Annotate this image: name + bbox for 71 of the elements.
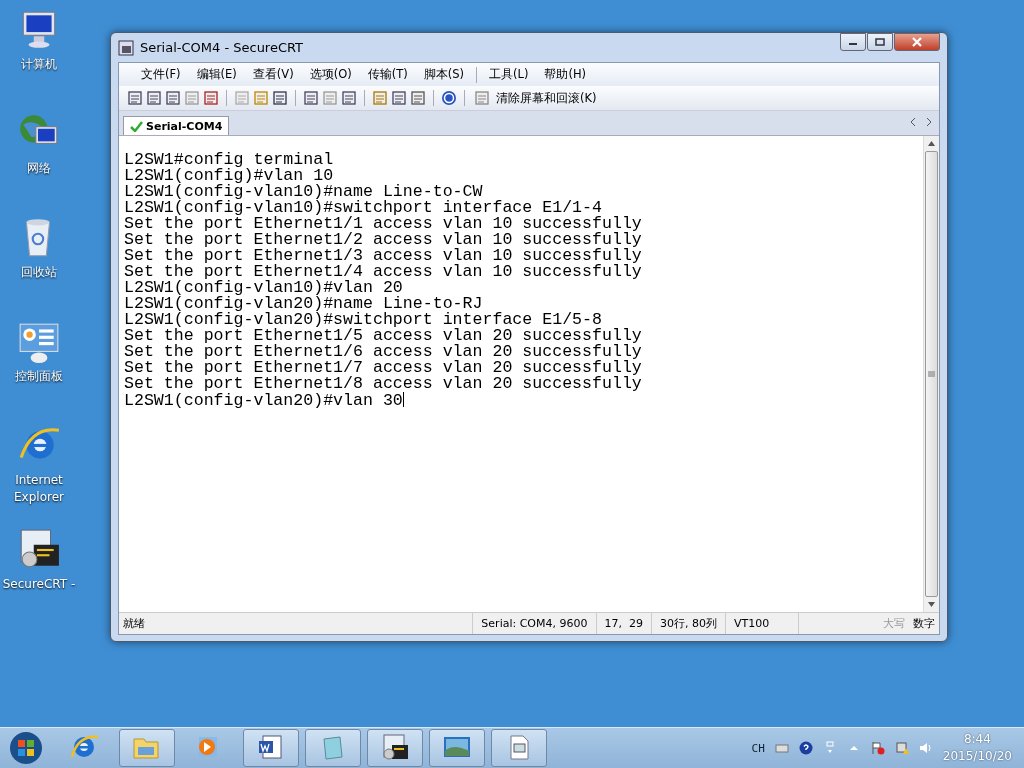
toolbar-icon[interactable]	[272, 90, 288, 106]
speaker-icon[interactable]	[918, 741, 933, 755]
key-indicator: 数字	[912, 616, 936, 631]
toolbar-icon[interactable]	[372, 90, 388, 106]
terminal-line: Set the port Ethernet1/4 access vlan 10 successfully	[124, 264, 643, 280]
session-tab[interactable]: Serial-COM4	[123, 116, 230, 135]
start-button[interactable]	[9, 731, 43, 765]
menu-item[interactable]: 传输(T)	[359, 65, 416, 84]
terminal-line: Set the port Ethernet1/6 access vlan 20 successfully	[124, 344, 643, 360]
terminal-line: L2SW1(config-vlan10)#switchport interface E1/1-4	[124, 200, 602, 216]
terminal-line: L2SW1#config terminal	[124, 152, 335, 168]
terminal-line: L2SW1(config-vlan20)#vlan 30	[124, 392, 405, 408]
menu-item[interactable]: 文件(F)	[133, 65, 189, 84]
minimize-button[interactable]	[840, 33, 866, 51]
terminal-line: Set the port Ethernet1/3 access vlan 10 successfully	[124, 248, 643, 264]
maximize-icon	[875, 38, 885, 46]
scroll-up-icon[interactable]	[927, 139, 936, 148]
menu-item[interactable]: 查看(V)	[244, 65, 302, 84]
terminal-line: L2SW1(config-vlan10)#name Line-to-CW	[124, 184, 483, 200]
terminal-app-icon	[380, 733, 410, 763]
scroll-left-icon[interactable]	[909, 117, 917, 127]
menu-item[interactable]: 脚本(S)	[415, 65, 472, 84]
cursor-position: 17, 29	[595, 613, 651, 634]
terminal-line: Set the port Ethernet1/7 access vlan 20 successfully	[124, 360, 643, 376]
emulation-type: VT100	[725, 613, 798, 634]
terminal-line: Set the port Ethernet1/1 access vlan 10 successfully	[124, 216, 643, 232]
menu-item[interactable]: 选项(O)	[301, 65, 360, 84]
close-button[interactable]	[894, 33, 940, 51]
terminal-line: Set the port Ethernet1/5 access vlan 20 successfully	[124, 328, 643, 344]
terminal-line: L2SW1(config-vlan20)#name Line-to-RJ	[124, 296, 483, 312]
terminal-line: L2SW1(config-vlan20)#switchport interface E1/5-8	[124, 312, 602, 328]
close-icon	[911, 37, 923, 47]
keyboard-icon[interactable]	[774, 741, 789, 755]
scrollbar-thumb[interactable]	[925, 151, 938, 597]
connection-info: Serial: COM4, 9600	[472, 613, 596, 634]
help-icon[interactable]	[441, 90, 457, 106]
terminal-size: 30行, 80列	[651, 613, 725, 634]
menu-item[interactable]: 编辑(E)	[188, 65, 245, 84]
terminal-line: Set the port Ethernet1/2 access vlan 10 successfully	[124, 232, 643, 248]
menu-item[interactable]: 帮助(H)	[536, 65, 594, 84]
taskbar-button[interactable]	[243, 729, 299, 767]
scroll-right-icon[interactable]	[925, 117, 933, 127]
toolbar-icon[interactable]	[146, 90, 162, 106]
toolbar-icon[interactable]	[203, 90, 219, 106]
window-title: Serial-COM4 - SecureCRT	[140, 40, 305, 55]
toolbar-icon[interactable]	[410, 90, 426, 106]
scroll-down-icon[interactable]	[927, 600, 936, 609]
menu-item[interactable]: 工具(L)	[481, 65, 537, 84]
clear-screen-button[interactable]: 清除屏幕和回滚(K)	[472, 90, 599, 106]
help-icon[interactable]	[798, 741, 813, 755]
toolbar-icon[interactable]	[322, 90, 338, 106]
network-warning-icon[interactable]	[894, 741, 909, 755]
flag-error-icon[interactable]	[870, 741, 885, 755]
taskbar-button[interactable]	[367, 729, 423, 767]
key-indicator: 大写	[882, 616, 906, 631]
maximize-button[interactable]	[867, 33, 893, 51]
terminal-line: L2SW1(config)#vlan 10	[124, 168, 334, 184]
checkmark-icon	[130, 120, 143, 132]
language-indicator[interactable]: CH	[751, 741, 765, 755]
toolbar-icon[interactable]	[303, 90, 319, 106]
toolbar-icon[interactable]	[253, 90, 269, 106]
toolbar-icon[interactable]	[184, 90, 200, 106]
toolbar-icon[interactable]	[341, 90, 357, 106]
toolbar-icon[interactable]	[391, 90, 407, 106]
toolbar-icon[interactable]	[127, 90, 143, 106]
status-message: 就绪	[122, 616, 146, 631]
document-icon	[474, 90, 490, 106]
terminal-line: Set the port Ethernet1/8 access vlan 20 successfully	[124, 376, 643, 392]
toolbar-icon[interactable]	[165, 90, 181, 106]
app-icon	[118, 39, 134, 56]
terminal-line: L2SW1(config-vlan10)#vlan 20	[124, 280, 403, 296]
